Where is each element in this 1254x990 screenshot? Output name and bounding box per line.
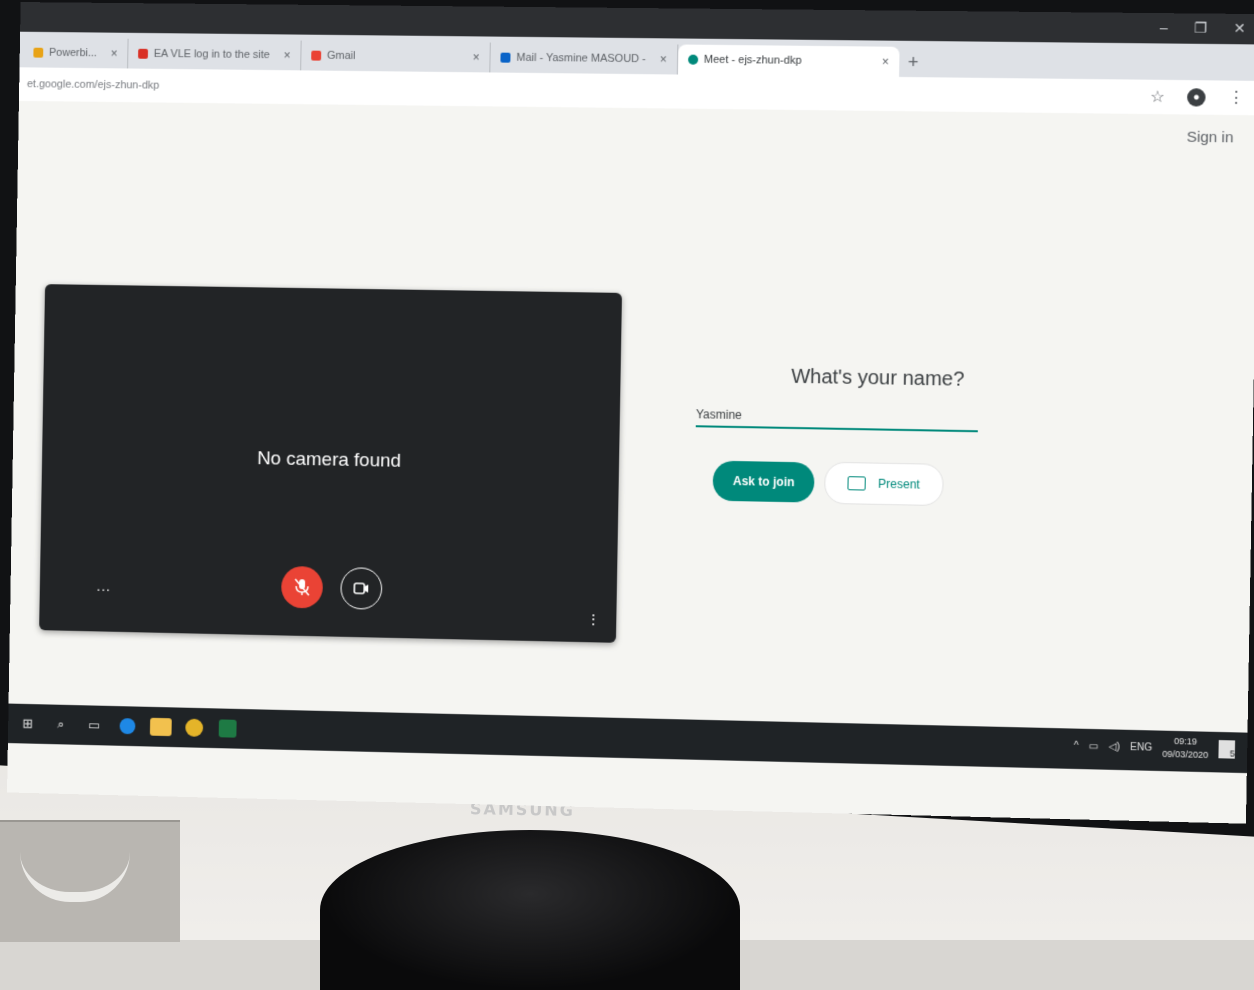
present-screen-icon: [848, 476, 866, 490]
tab-favicon-icon: [688, 55, 698, 65]
ask-to-join-button[interactable]: Ask to join: [712, 461, 815, 503]
address-bar[interactable]: et.google.com/ejs-zhun-dkp: [27, 78, 159, 91]
join-panel: What's your name? Yasmine Ask to join Pr…: [694, 364, 1019, 507]
network-icon[interactable]: ▭: [1089, 741, 1099, 752]
name-prompt-heading: What's your name?: [737, 365, 1020, 393]
camera-preview: No camera found ... ⋮: [39, 284, 622, 643]
file-explorer-icon[interactable]: [147, 713, 175, 741]
mic-off-icon: [294, 578, 310, 596]
preview-menu-icon[interactable]: ⋮: [586, 611, 600, 628]
system-tray: ^ ▭ ◁) ENG 09:19 09/03/2020 5: [1074, 733, 1236, 763]
clock-date: 09/03/2020: [1162, 748, 1208, 762]
tab-favicon-icon: [311, 51, 321, 61]
tab-label: Meet - ejs-zhun-dkp: [704, 54, 802, 67]
window-controls: – ❐ ✕: [1160, 19, 1246, 37]
restore-icon[interactable]: ❐: [1194, 20, 1207, 37]
tab-close-icon[interactable]: ×: [473, 50, 480, 64]
join-actions: Ask to join Present: [712, 460, 1017, 508]
edge-icon[interactable]: [114, 712, 142, 740]
profile-avatar-icon[interactable]: ●: [1187, 88, 1206, 106]
tab-close-icon[interactable]: ×: [882, 55, 889, 69]
present-label: Present: [878, 477, 920, 492]
close-window-icon[interactable]: ✕: [1233, 20, 1245, 37]
screen: – ❐ ✕ Powerbi... × EA VLE log in to the …: [7, 2, 1254, 824]
tab-label: Powerbi...: [49, 47, 97, 59]
camera-icon: [353, 582, 369, 594]
search-icon[interactable]: ⌕: [47, 710, 75, 738]
bookmark-star-icon[interactable]: ☆: [1150, 87, 1165, 107]
side-object: [0, 820, 180, 942]
tab-favicon-icon: [33, 48, 43, 58]
tab-outlook-mail[interactable]: Mail - Yasmine MASOUD - ×: [490, 43, 678, 75]
monitor-stand: [320, 830, 740, 990]
name-input[interactable]: Yasmine: [696, 407, 978, 432]
tab-vle[interactable]: EA VLE log in to the site ×: [128, 39, 302, 71]
tab-meet[interactable]: Meet - ejs-zhun-dkp ×: [678, 44, 900, 76]
side-object-logo: [20, 852, 130, 902]
tab-gmail[interactable]: Gmail ×: [301, 41, 491, 73]
toolbar-actions: ☆ ● ⋮: [1150, 87, 1245, 108]
tab-close-icon[interactable]: ×: [660, 52, 667, 66]
tab-close-icon[interactable]: ×: [283, 48, 290, 62]
minimize-icon[interactable]: –: [1160, 19, 1168, 36]
clock[interactable]: 09:19 09/03/2020: [1162, 735, 1208, 762]
excel-icon[interactable]: [214, 714, 242, 742]
notification-center-icon[interactable]: 5: [1218, 740, 1235, 759]
tab-powerbi[interactable]: Powerbi... ×: [23, 38, 128, 69]
task-view-icon[interactable]: ▭: [80, 711, 108, 739]
tab-label: Mail - Yasmine MASOUD -: [516, 52, 646, 65]
present-button[interactable]: Present: [824, 462, 943, 506]
tab-favicon-icon: [138, 49, 148, 59]
sign-in-link[interactable]: Sign in: [1186, 129, 1233, 147]
clock-time: 09:19: [1162, 735, 1208, 749]
chrome-icon[interactable]: [180, 714, 208, 742]
camera-toggle-button[interactable]: [340, 567, 382, 610]
tab-close-icon[interactable]: ×: [110, 47, 117, 61]
microphone-toggle-button[interactable]: [281, 566, 323, 609]
no-camera-message: No camera found: [42, 444, 619, 477]
meet-page: Sign in No camera found ... ⋮: [9, 101, 1254, 733]
show-hidden-icons-icon[interactable]: ^: [1074, 740, 1079, 751]
new-tab-button[interactable]: +: [899, 47, 928, 77]
tab-label: Gmail: [327, 50, 356, 62]
windows-start-icon[interactable]: ⊞: [14, 710, 42, 738]
browser-menu-icon[interactable]: ⋮: [1228, 88, 1245, 108]
tab-favicon-icon: [500, 53, 510, 63]
more-options-icon[interactable]: ...: [96, 578, 111, 594]
tab-label: EA VLE log in to the site: [154, 48, 270, 61]
volume-icon[interactable]: ◁): [1109, 741, 1120, 752]
language-indicator[interactable]: ENG: [1130, 741, 1152, 753]
